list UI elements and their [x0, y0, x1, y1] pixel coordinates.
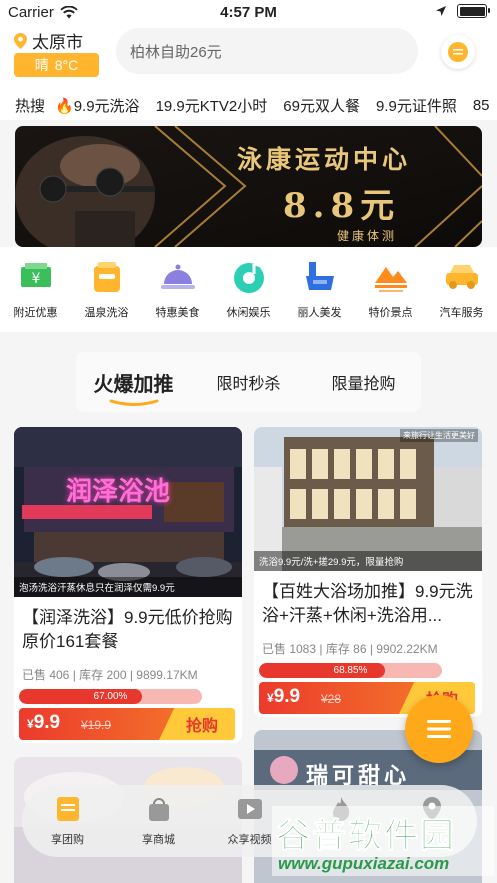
- car-icon: [444, 259, 480, 295]
- product-meta: 已售 406 | 库存 200 | 9899.17KM: [22, 668, 198, 682]
- map-pin-icon: [14, 32, 27, 49]
- header: 太原市 晴 8°C 柏林自助26元: [0, 26, 497, 90]
- hot-search-bar: 热搜 🔥9.9元洗浴 19.9元KTV2小时 69元双人餐 9.9元证件照 85: [0, 90, 497, 120]
- category-beauty[interactable]: 丽人美发: [284, 247, 355, 332]
- tab-group-buy[interactable]: 享团购: [22, 785, 113, 857]
- banner-subtitle: 健康体测: [337, 229, 398, 243]
- category-label: 休闲娱乐: [226, 307, 271, 319]
- music-icon: [231, 259, 267, 295]
- progress-label: 67.00%: [93, 691, 128, 702]
- city-selector[interactable]: 太原市: [14, 28, 83, 53]
- group-buy-icon: [54, 795, 82, 823]
- shopping-bag-icon: [145, 795, 173, 823]
- tab-label: 限时秒杀: [216, 376, 281, 393]
- food-cloche-icon: [160, 259, 196, 295]
- original-price: ¥19.9: [81, 718, 112, 732]
- tab-mall[interactable]: 享商城: [113, 785, 204, 857]
- city-name: 太原市: [32, 33, 83, 52]
- category-label: 温泉洗浴: [84, 307, 129, 319]
- category-label: 特惠美食: [155, 307, 200, 319]
- product-card[interactable]: 瑞可甜心 润泽浴池 泡汤洗浴汗蒸休息只在润泽仅需9.9元 【润泽洗浴】9.9元低…: [14, 427, 242, 743]
- price-bar: ¥9.9 ¥19.9 抢购: [19, 708, 235, 740]
- image-caption: 洗浴9.9元/洗+搓29.9元，限量抢购: [254, 551, 482, 571]
- hot-search-item[interactable]: 19.9元KTV2小时: [156, 95, 268, 116]
- category-food[interactable]: 特惠美食: [142, 247, 213, 332]
- status-bar: Carrier 4:57 PM: [0, 0, 497, 26]
- bath-icon: [89, 259, 125, 295]
- clock: 4:57 PM: [220, 4, 277, 21]
- watermark-url: www.gupuxiazai.com: [278, 854, 450, 873]
- category-label: 附近优惠: [13, 307, 58, 319]
- location-arrow-icon: [436, 6, 446, 16]
- mountain-icon: [373, 259, 409, 295]
- tab-label: 享商城: [142, 834, 175, 846]
- search-placeholder: 柏林自助26元: [130, 43, 222, 61]
- sales-progress-bar: 68.85%: [259, 663, 442, 678]
- category-grid: ¥ 附近优惠 温泉洗浴 特惠美食 休闲娱乐 丽人美发 特价景点 汽车服务: [0, 247, 497, 332]
- category-label: 丽人美发: [297, 307, 342, 319]
- message-button[interactable]: [441, 35, 475, 69]
- product-card[interactable]: 来旅行让生活更美好 洗浴9.9元/洗+搓29.9元，限量抢购 【百姓大浴场加推】…: [254, 427, 482, 717]
- current-price: ¥9.9: [27, 712, 61, 733]
- progress-label: 68.85%: [333, 665, 368, 676]
- tab-label: 众享视频: [227, 834, 272, 846]
- tab-flash-sale[interactable]: 限时秒杀: [191, 370, 306, 394]
- hot-search-item[interactable]: 69元双人餐: [283, 95, 360, 116]
- category-label: 汽车服务: [439, 307, 484, 319]
- corner-text: 来旅行让生活更美好: [400, 429, 478, 442]
- search-input[interactable]: 柏林自助26元: [116, 28, 418, 74]
- watermark-title: 谷普软件园: [276, 817, 456, 856]
- temperature: 8°C: [54, 57, 79, 73]
- buy-button[interactable]: 抢购: [159, 708, 235, 740]
- product-meta: 已售 1083 | 库存 86 | 9902.22KM: [262, 642, 438, 656]
- deal-tabs: 火爆加推 限时秒杀 限量抢购: [76, 352, 421, 412]
- money-icon: ¥: [18, 259, 54, 295]
- battery-icon: [457, 4, 490, 18]
- product-title: 【百姓大浴场加推】9.9元洗浴+汗蒸+休闲+洗浴用...: [262, 582, 473, 625]
- promo-banner[interactable]: 泳康运动中心 8.8元 健康体测: [15, 126, 482, 247]
- tab-limited[interactable]: 限量抢购: [306, 370, 421, 394]
- category-label: 特价景点: [368, 307, 413, 319]
- category-car-service[interactable]: 汽车服务: [426, 247, 497, 332]
- menu-icon: [427, 720, 451, 738]
- hot-search-item[interactable]: 85: [473, 97, 490, 114]
- hot-search-item[interactable]: 🔥9.9元洗浴: [55, 95, 140, 116]
- hot-search-label: 热搜: [15, 97, 46, 115]
- category-nearby-deals[interactable]: ¥ 附近优惠: [0, 247, 71, 332]
- image-caption: 泡汤洗浴汗蒸休息只在润泽仅需9.9元: [14, 577, 242, 597]
- banner-price: 8.8元: [283, 186, 401, 226]
- video-icon: [236, 795, 264, 823]
- shop-sign: 润泽浴池: [66, 476, 171, 506]
- tab-underline: [109, 399, 158, 406]
- chat-icon: [448, 42, 468, 62]
- product-title: 【润泽洗浴】9.9元低价抢购原价161套餐: [22, 608, 233, 651]
- weather-badge: 晴 8°C: [14, 53, 99, 77]
- sales-progress-bar: 67.00%: [19, 689, 202, 704]
- beauty-icon: [302, 259, 338, 295]
- original-price: ¥28: [321, 692, 342, 706]
- hot-search-item[interactable]: 9.9元证件照: [376, 95, 457, 116]
- tab-label: 限量抢购: [331, 376, 396, 393]
- tab-label: 火爆加推: [93, 373, 174, 396]
- category-hot-spring[interactable]: 温泉洗浴: [71, 247, 142, 332]
- category-entertainment[interactable]: 休闲娱乐: [213, 247, 284, 332]
- tab-hot-picks[interactable]: 火爆加推: [76, 368, 191, 406]
- product-image: 来旅行让生活更美好 洗浴9.9元/洗+搓29.9元，限量抢购: [254, 427, 482, 571]
- current-price: ¥9.9: [267, 686, 301, 707]
- menu-fab-button[interactable]: [405, 695, 473, 763]
- watermark: 谷普软件园 www.gupuxiazai.com: [272, 806, 494, 876]
- category-scenic[interactable]: 特价景点: [355, 247, 426, 332]
- fire-icon: 🔥: [55, 97, 74, 115]
- weather-condition: 晴: [34, 57, 49, 73]
- product-image: 瑞可甜心 润泽浴池 泡汤洗浴汗蒸休息只在润泽仅需9.9元: [14, 427, 242, 597]
- banner-title: 泳康运动中心: [237, 145, 412, 174]
- tab-label: 享团购: [51, 834, 84, 846]
- svg-text:¥: ¥: [31, 271, 40, 287]
